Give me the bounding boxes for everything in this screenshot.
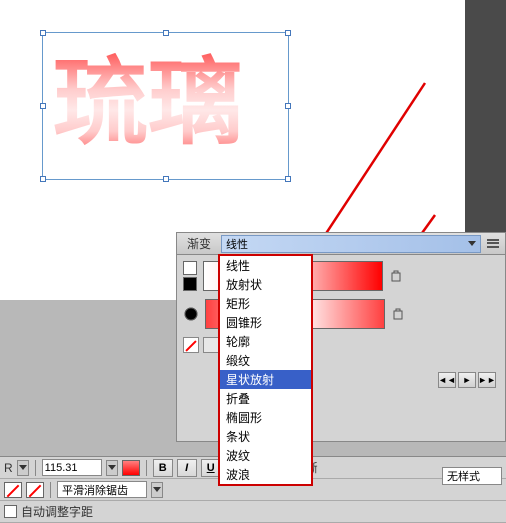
resize-handle-tl[interactable] [40,30,46,36]
tool-icon[interactable] [203,337,219,353]
text-selection-box[interactable]: 琉璃 [42,32,289,180]
panel-menu-icon[interactable] [485,237,501,251]
option-waves[interactable]: 波浪 [220,465,311,484]
style-label: 无样式 [447,468,480,484]
chevron-down-icon [108,465,116,470]
prev-button[interactable]: ◄◄ [438,372,456,388]
bold-button[interactable]: B [153,459,173,477]
font-label: R [4,461,13,475]
resize-handle-mr[interactable] [285,103,291,109]
swatch-white[interactable] [183,261,197,275]
separator [146,460,147,476]
option-bars[interactable]: 条状 [220,427,311,446]
separator [50,482,51,498]
option-ripple[interactable]: 波纹 [220,446,311,465]
next-button[interactable]: ►► [478,372,496,388]
gradient-type-list: 线性 放射状 矩形 圆锥形 轮廓 缎纹 星状放射 折叠 椭圆形 条状 波纹 波浪 [218,254,313,486]
fill-none-chip[interactable] [26,482,44,498]
antialiasing-label: 平滑消除锯齿 [62,482,128,498]
option-starburst[interactable]: 星状放射 [220,370,311,389]
antialiasing-dd-arrow[interactable] [151,482,163,498]
timeline-controls: ◄◄ ► ►► [438,372,496,388]
resize-handle-bl[interactable] [40,176,46,182]
separator [35,460,36,476]
resize-handle-ml[interactable] [40,103,46,109]
option-linear[interactable]: 线性 [220,256,311,275]
chevron-down-icon [19,465,27,470]
gradient-type-dropdown[interactable]: 线性 [221,235,481,253]
resize-handle-bm[interactable] [163,176,169,182]
option-folds[interactable]: 折叠 [220,389,311,408]
dropdown-selected-label: 线性 [226,236,248,252]
fill-color-chip[interactable] [122,460,140,476]
style-dropdown[interactable]: 无样式 [442,467,502,485]
option-satin[interactable]: 缎纹 [220,351,311,370]
chevron-down-icon [153,487,161,492]
option-cone[interactable]: 圆锥形 [220,313,311,332]
auto-kern-label: 自动调整字距 [21,503,93,520]
no-fill-icon[interactable] [183,337,199,353]
font-dropdown[interactable] [17,460,29,476]
color-wheel-icon[interactable] [183,306,199,322]
resize-handle-tr[interactable] [285,30,291,36]
italic-button[interactable]: I [177,459,197,477]
trash-icon[interactable] [389,269,403,283]
option-ellipse[interactable]: 椭圆形 [220,408,311,427]
swatch-black[interactable] [183,277,197,291]
trash-icon-2[interactable] [391,307,405,321]
font-size-input[interactable] [42,459,102,476]
canvas-text[interactable]: 琉璃 [43,33,288,173]
panel-title: 渐变 [181,235,217,252]
resize-handle-tm[interactable] [163,30,169,36]
play-button[interactable]: ► [458,372,476,388]
antialiasing-dropdown[interactable]: 平滑消除锯齿 [57,481,147,498]
auto-kern-checkbox[interactable] [4,505,17,518]
option-contour[interactable]: 轮廓 [220,332,311,351]
stroke-none-chip[interactable] [4,482,22,498]
color-swatches [183,261,197,291]
chevron-down-icon [468,241,476,246]
option-rect[interactable]: 矩形 [220,294,311,313]
option-radial[interactable]: 放射状 [220,275,311,294]
panel-header: 渐变 线性 [177,233,505,255]
resize-handle-br[interactable] [285,176,291,182]
size-dropdown[interactable] [106,460,118,476]
